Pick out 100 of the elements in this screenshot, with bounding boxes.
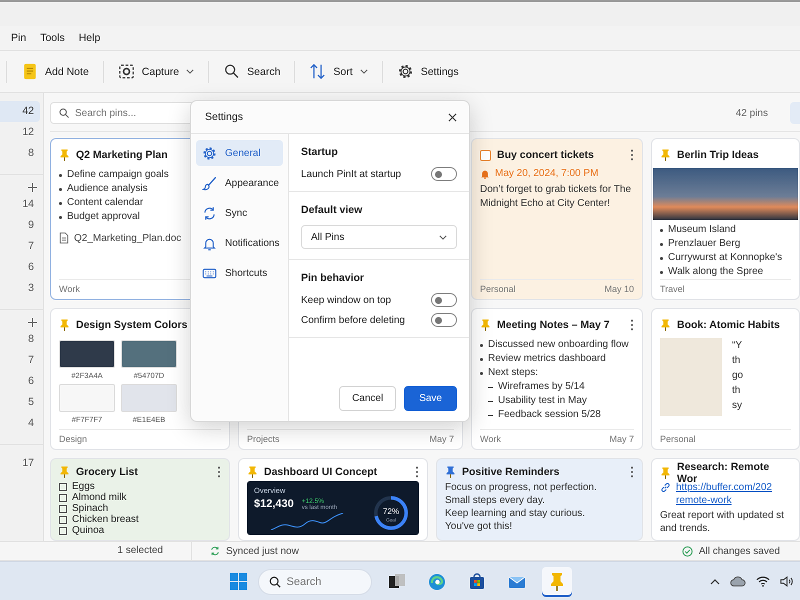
note-text: Focus on progress, not perfection. [445, 481, 598, 494]
sidebar-count[interactable]: 12 [0, 122, 40, 143]
sidebar-count[interactable]: 9 [0, 215, 40, 236]
bell-icon [480, 168, 490, 178]
search-icon [223, 63, 240, 80]
bullet-icon [660, 242, 663, 246]
note-card[interactable]: Grocery List Eggs Almond milk Spinach Chicken breast Quinoa [50, 458, 230, 541]
save-status: All changes saved [698, 546, 780, 556]
toolbar-button[interactable]: Settings [388, 58, 467, 85]
list-item: Usability test in May [498, 394, 587, 408]
menu-item[interactable]: Tools [33, 30, 72, 46]
more-icon[interactable] [415, 466, 419, 478]
plus-icon[interactable] [28, 183, 37, 192]
close-button[interactable] [448, 112, 457, 122]
sync-status: Synced just now [226, 546, 299, 556]
sidebar-count[interactable]: 17 [0, 453, 40, 474]
menu-item[interactable]: Help [72, 30, 108, 46]
note-date: May 7 [609, 434, 634, 444]
note-title: Q2 Marketing Plan [76, 149, 168, 161]
link-icon [660, 482, 671, 493]
checkbox[interactable] [59, 504, 67, 512]
sidebar-count[interactable]: 8 [0, 143, 40, 164]
chevron-up-icon[interactable] [710, 578, 720, 584]
more-icon[interactable] [630, 149, 634, 161]
search-icon [268, 576, 280, 588]
sidebar-count[interactable]: 7 [0, 350, 40, 371]
sidebar-count[interactable]: 42 [0, 101, 40, 122]
sidebar-count[interactable]: 5 [0, 392, 40, 413]
note-tag: Travel [660, 284, 685, 294]
browser-icon [426, 572, 446, 592]
checkbox[interactable] [59, 494, 67, 502]
percent-label: 72% [382, 507, 400, 516]
more-icon[interactable] [217, 466, 221, 478]
dialog-button[interactable]: Cancel [339, 386, 396, 411]
note-tag: Personal [480, 284, 516, 294]
sidebar-count[interactable]: 6 [0, 257, 40, 278]
sidebar-count[interactable]: 3 [0, 278, 40, 299]
bullet-icon [59, 216, 62, 218]
settings-icon [202, 146, 217, 160]
dash-icon [488, 414, 493, 416]
sort-icon [309, 63, 326, 80]
start-icon[interactable] [228, 572, 248, 591]
dialog-title: Settings [205, 111, 243, 123]
toggle-switch[interactable] [431, 313, 457, 327]
sidebar-count[interactable]: 4 [0, 413, 40, 434]
sidebar-count[interactable]: 6 [0, 371, 40, 392]
toolbar-button[interactable]: Sort [301, 58, 376, 85]
setting-label: Launch PinIt at startup [301, 168, 402, 180]
note-text: Small steps every day. [445, 494, 546, 507]
toolbar-button[interactable]: Search [215, 58, 288, 85]
document-icon [59, 232, 69, 244]
sidebar-count[interactable]: 14 [0, 194, 40, 215]
note-card[interactable]: Berlin Trip Ideas Museum Island Prenzlauer Berg Currywurst at Konnopke's Walk along the Spree Travel [651, 138, 800, 300]
note-title: Berlin Trip Ideas [677, 149, 759, 161]
note-card[interactable]: Research: Remote Wor https://buffer.com/202 remote-work Great report with updated st and trends. [651, 458, 800, 541]
list-item: Next steps: [488, 366, 538, 380]
setting-label: Keep window on top [301, 294, 392, 306]
section-heading: Startup [301, 146, 339, 158]
note-card[interactable]: Positive Reminders Focus on progress, not perfection. Small steps every day. Keep learning and stay curious. You've got this! [436, 458, 643, 541]
checkbox[interactable] [59, 516, 67, 524]
speaker-icon[interactable] [780, 576, 794, 587]
bullet-icon [59, 174, 62, 176]
sidebar-count[interactable]: 7 [0, 236, 40, 257]
wifi-icon[interactable] [756, 576, 770, 587]
note-card[interactable]: Buy concert tickets May 20, 2024, 7:00 PM Don’t forget to grab tickets for The Midnight Echo at City Center! Personal May 10 [471, 138, 643, 300]
plus-icon[interactable] [28, 318, 37, 327]
checkbox[interactable] [59, 526, 67, 534]
taskbar-search-field[interactable]: Search [286, 576, 360, 588]
list-item: Define campaign goals [67, 168, 169, 182]
taskbar-search-box[interactable]: Search [258, 568, 372, 594]
cloud-icon[interactable] [730, 576, 746, 587]
more-icon[interactable] [630, 466, 634, 478]
toggle-switch[interactable] [431, 167, 457, 181]
sidebar-count[interactable]: 8 [0, 329, 40, 350]
note-card[interactable]: Meeting Notes – May 7 Discussed new onboarding flow Review metrics dashboard Next steps: Wireframes by 5/14 Usability test in May Feedback session 5/28 Work May 7 [471, 308, 643, 450]
checklist-item: Almond milk [72, 492, 126, 503]
close-icon [448, 112, 457, 122]
note-card[interactable]: Book: Atomic Habits “Y th go th sy Personal [651, 308, 800, 450]
checkbox[interactable] [480, 150, 491, 160]
bullet-icon [59, 188, 62, 190]
search-field[interactable]: Search pins... [75, 108, 191, 118]
note-icon [21, 63, 38, 80]
toggle-switch[interactable] [431, 293, 457, 307]
checkbox[interactable] [59, 482, 67, 490]
note-date: May 10 [604, 284, 634, 294]
note-title: Positive Reminders [462, 466, 560, 478]
link[interactable]: https://buffer.com/202 remote-work [676, 482, 772, 507]
setting-label: Confirm before deleting [301, 314, 405, 326]
settings-tab[interactable]: General [196, 140, 283, 166]
file-name[interactable]: Q2_Marketing_Plan.doc [74, 232, 182, 244]
dropdown[interactable]: All Pins [301, 225, 457, 249]
more-icon[interactable] [630, 319, 634, 331]
note-date: May 7 [429, 434, 454, 444]
checklist-item: Chicken breast [72, 514, 139, 525]
selection-count: 1 selected [0, 542, 192, 560]
search-icon [59, 108, 69, 118]
toolbar-button[interactable]: Capture [110, 58, 202, 85]
menu-item[interactable]: Pin [4, 30, 34, 46]
dialog-button[interactable]: Save [404, 386, 457, 411]
toolbar-button[interactable]: Add Note [13, 58, 97, 85]
